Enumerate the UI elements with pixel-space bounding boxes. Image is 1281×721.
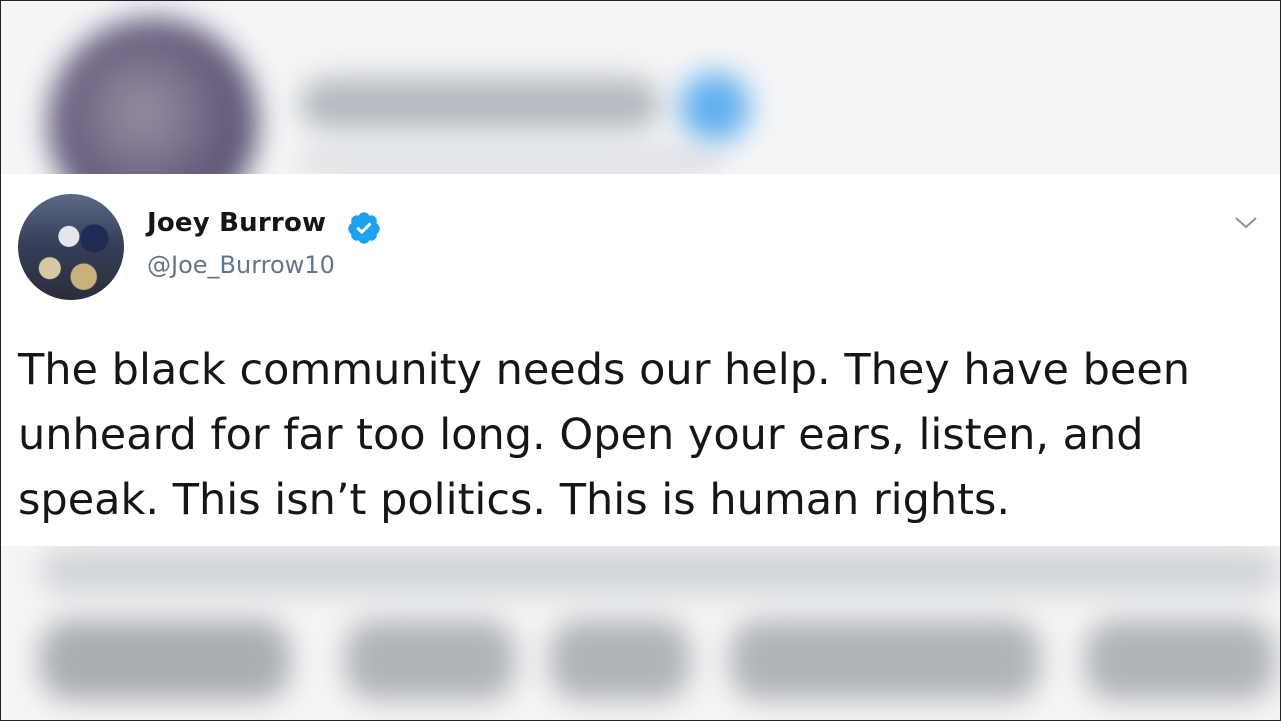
blurred-handle: [300, 150, 720, 174]
blurred-word: [550, 620, 690, 700]
blurred-word: [730, 620, 1040, 700]
author-name[interactable]: Joey Burrow: [147, 208, 326, 238]
blurred-word: [1085, 620, 1275, 700]
tweet-card: Joey Burrow @Joe_Burrow10 The black comm…: [0, 174, 1281, 546]
verified-badge-icon: [348, 212, 380, 244]
author-handle[interactable]: @Joe_Burrow10: [147, 251, 335, 279]
blurred-word: [40, 620, 290, 700]
chevron-down-icon[interactable]: [1232, 212, 1260, 232]
blurred-verified-badge: [680, 72, 750, 142]
blurred-author-name: [300, 78, 660, 130]
blurred-word: [345, 620, 515, 700]
blurred-text-line: [40, 548, 1280, 594]
avatar[interactable]: [18, 194, 124, 300]
tweet-text: The black community needs our help. They…: [18, 345, 1191, 525]
